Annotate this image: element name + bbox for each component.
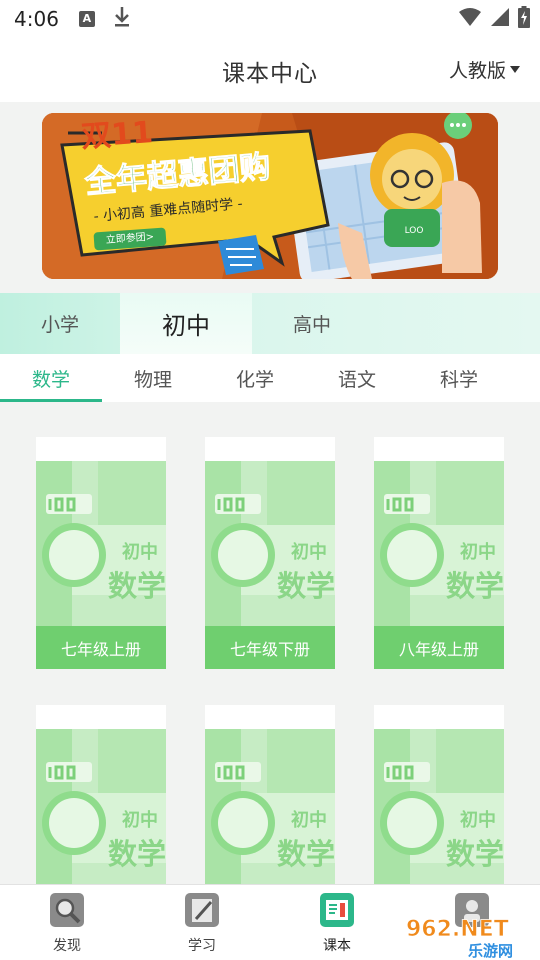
tab-discover[interactable]: 发现	[17, 885, 117, 960]
mascot-tag: LOO	[405, 226, 424, 236]
notebook-pen-icon	[185, 893, 219, 927]
status-bar: 4:06 A	[0, 0, 540, 38]
stage-label: 初中	[162, 312, 210, 340]
stage-tab-junior[interactable]: 初中	[120, 293, 252, 354]
site-watermark: 962.NET 乐游网	[402, 912, 540, 960]
subject-tab-chinese[interactable]: 语文	[306, 354, 408, 402]
tab-textbook[interactable]: 课本	[287, 885, 387, 960]
edition-label: 人教版	[448, 60, 506, 82]
top-bar: 课本中心 人教版	[0, 38, 540, 102]
book-cover-subject: 数学	[108, 837, 166, 871]
stage-label: 高中	[292, 314, 331, 336]
book-card[interactable]: 初中数学八年级上册	[374, 437, 504, 669]
banner-artwork: LOO 双11 全年超惠团购 - 小初高 重难点随时学 - 立即参团>	[42, 113, 498, 279]
edition-selector[interactable]: 人教版	[449, 56, 520, 83]
accessibility-icon: A	[78, 11, 95, 27]
stage-tabs: 小学 初中 高中	[0, 293, 540, 354]
book-cover-stage: 初中	[122, 809, 158, 831]
book-cover-stage: 初中	[122, 541, 158, 563]
tab-label: 课本	[323, 938, 351, 954]
status-time: 4:06	[14, 7, 59, 31]
subject-tab-math[interactable]: 数学	[0, 354, 102, 402]
tab-label: 学习	[188, 938, 216, 954]
subject-tab-chemistry[interactable]: 化学	[204, 354, 306, 402]
book-cover-subject: 数学	[446, 569, 504, 603]
book-cover-subject: 数学	[277, 569, 335, 603]
stage-tab-primary[interactable]: 小学	[0, 293, 120, 354]
book-grade-label: 七年级上册	[36, 626, 166, 669]
promo-banner[interactable]: LOO 双11 全年超惠团购 - 小初高 重难点随时学 - 立即参团>	[42, 113, 498, 279]
magnifier-icon	[50, 893, 84, 927]
book-cover-stage: 初中	[460, 541, 496, 563]
download-icon	[113, 6, 131, 32]
signal-icon	[490, 7, 510, 31]
triangle-down-icon	[510, 66, 520, 73]
subject-tab-science[interactable]: 科学	[408, 354, 510, 402]
book-cover-subject: 数学	[277, 837, 335, 871]
tab-label: 发现	[53, 938, 81, 954]
watermark-sub: 乐游网	[468, 942, 513, 960]
wifi-icon	[458, 7, 482, 31]
book-cover-subject: 数学	[446, 837, 504, 871]
stage-label: 小学	[40, 314, 79, 336]
subject-tabs: 数学 物理 化学 语文 科学	[0, 354, 540, 402]
banner-headline-1: 双11	[80, 115, 154, 155]
book-grade-label: 八年级上册	[374, 626, 504, 669]
book-cover-stage: 初中	[291, 541, 327, 563]
stage-tab-senior[interactable]: 高中	[252, 293, 372, 354]
subject-tab-physics[interactable]: 物理	[102, 354, 204, 402]
book-card[interactable]: 初中数学七年级下册	[205, 437, 335, 669]
book-grade-label: 七年级下册	[205, 626, 335, 669]
book-cover-subject: 数学	[108, 569, 166, 603]
open-book-icon	[320, 893, 354, 927]
book-cover-stage: 初中	[460, 809, 496, 831]
subject-tab-indicator	[0, 399, 102, 402]
battery-icon	[518, 6, 530, 32]
tab-study[interactable]: 学习	[152, 885, 252, 960]
book-card[interactable]: 初中数学七年级上册	[36, 437, 166, 669]
book-cover-stage: 初中	[291, 809, 327, 831]
watermark-brand: 962.NET	[406, 917, 509, 942]
